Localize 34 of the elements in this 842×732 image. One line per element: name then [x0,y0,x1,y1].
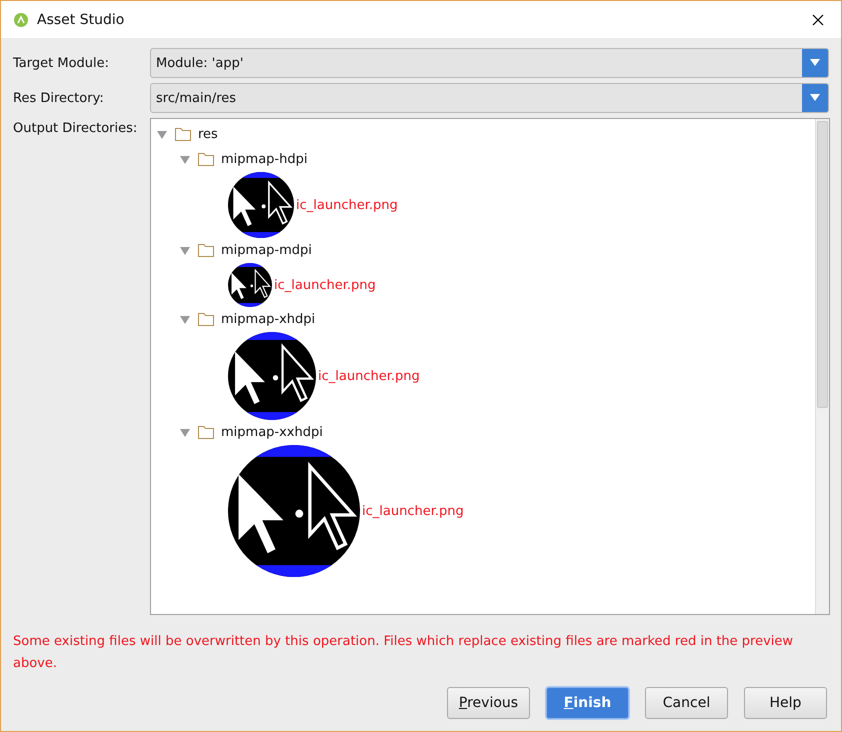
tree-item[interactable]: mipmap-xxhdpi [221,425,323,440]
field-label: Target Module: [13,56,110,70]
caret-icon [810,59,820,67]
window-title: Asset Studio [37,12,126,28]
folder-icon [198,426,214,439]
scrollbar[interactable] [815,119,829,614]
dialog-button[interactable]: Help [744,687,827,719]
expand-icon[interactable] [179,428,191,436]
dropdown[interactable]: src/main/res [150,83,829,113]
expand-icon[interactable] [156,130,168,138]
expand-icon[interactable] [179,316,191,324]
tree-item[interactable]: res [198,127,218,142]
folder-icon [175,128,191,141]
expand-icon[interactable] [179,156,191,164]
warning-message: Some existing files will be overwritten by this operation. Files which replace existing files are marked red in the preview above. [13,633,794,673]
dialog-button[interactable]: Finish [546,687,629,719]
file-name[interactable]: ic_launcher.png [362,504,464,518]
file-name[interactable]: ic_launcher.png [296,198,398,212]
field-label: Res Directory: [13,90,105,106]
tree-item[interactable]: mipmap-xhdpi [221,312,316,327]
file-name[interactable]: ic_launcher.png [274,278,376,292]
dialog-button[interactable]: Previous [447,687,530,719]
close-icon [812,14,824,26]
caret-icon [810,94,820,102]
folder-icon [198,153,214,166]
field-label: Output Directories: [13,121,138,136]
folder-icon [198,244,214,257]
expand-icon[interactable] [179,246,191,254]
file-name[interactable]: ic_launcher.png [318,368,420,384]
dropdown[interactable]: Module: 'app' [150,48,829,78]
folder-icon [198,313,214,326]
tree-item[interactable]: mipmap-hdpi [221,152,308,167]
dialog-button[interactable]: Cancel [645,687,728,719]
tree-item[interactable]: mipmap-mdpi [221,243,312,258]
